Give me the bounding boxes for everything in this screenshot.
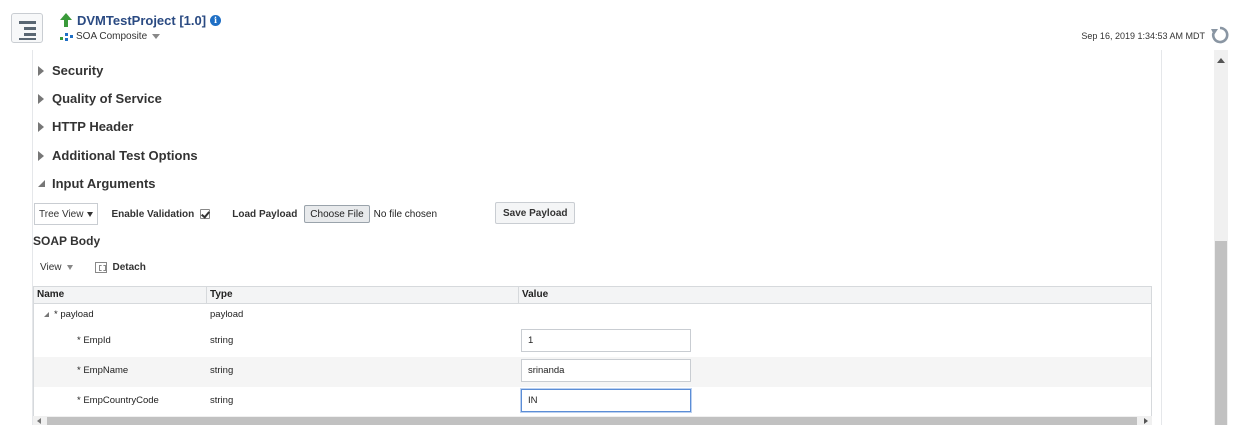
project-title-row: DVMTestProject [1.0] i — [59, 11, 222, 29]
chevron-down-icon — [152, 34, 161, 39]
expand-icon — [38, 121, 44, 132]
choose-file-button[interactable]: Choose File — [304, 205, 370, 223]
file-status: No file chosen — [373, 208, 438, 220]
menu-icon[interactable] — [11, 13, 43, 43]
view-menu[interactable]: View — [40, 262, 62, 273]
load-payload-label: Load Payload — [232, 208, 298, 220]
enable-validation-checkbox[interactable] — [200, 209, 211, 219]
row-type-cell: payload — [210, 309, 244, 320]
table-row[interactable]: * EmpId string 1 — [34, 327, 1151, 357]
section-security[interactable]: Security — [38, 63, 103, 78]
view-mode-value: Tree View — [39, 208, 84, 220]
column-header-name[interactable]: Name — [34, 287, 206, 304]
scroll-right-icon[interactable] — [1144, 418, 1148, 424]
detach-label: Detach — [112, 262, 146, 273]
info-icon[interactable]: i — [210, 14, 222, 26]
section-label: HTTP Header — [52, 119, 134, 134]
column-header-value[interactable]: Value — [518, 287, 1151, 304]
table-row[interactable]: * payload payload — [34, 305, 1151, 327]
scroll-left-icon[interactable] — [37, 418, 41, 424]
section-http-header[interactable]: HTTP Header — [38, 119, 133, 134]
scroll-up-icon[interactable] — [1217, 58, 1225, 63]
row-type-cell: string — [210, 335, 234, 346]
composite-menu[interactable]: SOA Composite — [60, 31, 161, 42]
row-name-cell: * EmpName — [77, 365, 129, 376]
up-arrow-icon — [60, 13, 72, 27]
section-label: Quality of Service — [52, 91, 162, 106]
table-row[interactable]: * EmpName string srinanda — [34, 357, 1151, 387]
detach-button[interactable]: Detach — [94, 262, 146, 273]
horizontal-scrollbar[interactable] — [33, 416, 1152, 425]
expand-icon — [38, 93, 44, 104]
scrollbar-thumb[interactable] — [47, 417, 1137, 425]
section-additional-test-options[interactable]: Additional Test Options — [38, 148, 198, 163]
row-name-cell: * EmpId — [77, 335, 111, 346]
section-quality-of-service[interactable]: Quality of Service — [38, 91, 162, 106]
section-label: Security — [52, 63, 104, 78]
section-input-arguments[interactable]: Input Arguments — [38, 176, 156, 191]
empcountrycode-value-input[interactable]: IN — [521, 389, 691, 412]
soap-toolbar: View Detach — [40, 262, 146, 273]
vertical-scrollbar[interactable] — [1214, 50, 1228, 425]
page-header: DVMTestProject [1.0] i SOA Composite Sep… — [0, 0, 1236, 49]
detach-icon — [94, 262, 107, 273]
expand-icon — [38, 150, 44, 161]
enable-validation-label: Enable Validation — [111, 208, 195, 220]
soap-body-table: Name Type Value * payload payload * EmpI… — [33, 286, 1152, 416]
section-label: Additional Test Options — [52, 148, 198, 163]
row-name-cell: * EmpCountryCode — [77, 395, 159, 406]
composite-icon — [60, 32, 73, 41]
empid-value-input[interactable]: 1 — [521, 329, 691, 352]
scrollbar-thumb[interactable] — [1215, 241, 1227, 425]
composite-type-label: SOA Composite — [76, 31, 148, 42]
row-name-cell: * payload — [44, 309, 94, 320]
project-title[interactable]: DVMTestProject [1.0] — [77, 13, 206, 28]
chevron-down-icon — [66, 265, 73, 270]
view-mode-select[interactable]: Tree View — [34, 203, 99, 225]
expand-icon — [38, 65, 44, 76]
save-payload-button[interactable]: Save Payload — [495, 202, 576, 224]
collapse-icon — [38, 180, 45, 187]
row-type-cell: string — [210, 395, 234, 406]
table-header: Name Type Value — [34, 287, 1151, 304]
column-header-type[interactable]: Type — [206, 287, 518, 304]
soap-body-title: SOAP Body — [33, 234, 101, 248]
row-type-cell: string — [210, 365, 234, 376]
table-row[interactable]: * EmpCountryCode string IN — [34, 387, 1151, 416]
collapse-icon[interactable] — [44, 312, 49, 317]
empname-value-input[interactable]: srinanda — [521, 359, 691, 382]
timestamp: Sep 16, 2019 1:34:53 AM MDT — [1081, 31, 1205, 41]
refresh-icon[interactable] — [1210, 25, 1230, 45]
input-toolbar: Tree View Enable Validation Load Payload… — [34, 202, 437, 226]
chevron-down-icon — [87, 211, 94, 217]
section-label: Input Arguments — [52, 176, 156, 191]
